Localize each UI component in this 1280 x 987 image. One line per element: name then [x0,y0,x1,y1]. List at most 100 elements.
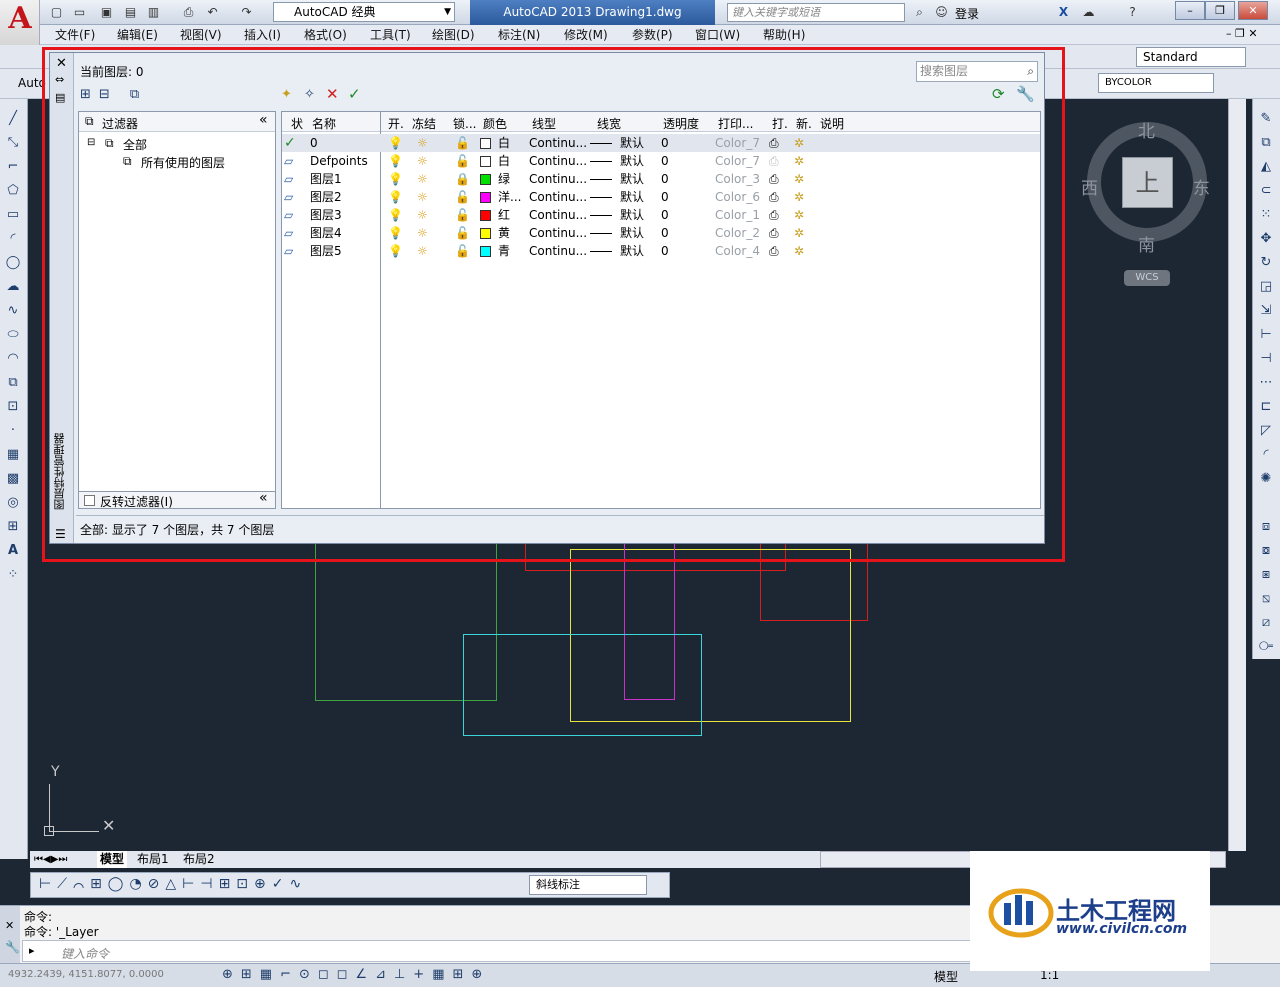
menu-help[interactable]: 帮助(H) [763,27,805,43]
scale-tool-icon[interactable]: ◲ [1256,277,1276,297]
text-style-value: Standard [1143,50,1198,64]
menu-view[interactable]: 视图(V) [180,27,222,43]
menu-tools[interactable]: 工具(T) [370,27,411,43]
erase-tool-icon[interactable]: ✎ [1256,109,1276,129]
model-space-toggle[interactable]: 模型 [934,968,958,985]
menu-dimension[interactable]: 标注(N) [498,27,540,43]
offset-tool-icon[interactable]: ⊂ [1256,181,1276,201]
binoculars-icon[interactable]: ⌕ [911,4,928,20]
user-icon[interactable]: ☺ [933,4,950,20]
tab-model[interactable]: 模型 [97,851,128,868]
command-input[interactable]: ▸ 键入命令 [22,940,982,962]
rectangle-tool-icon[interactable]: ▭ [3,205,23,225]
xline-tool-icon[interactable]: ⤡ [3,133,23,153]
exchange-icon[interactable]: X [1055,4,1072,20]
extend-tool-icon[interactable]: ⊣ [1256,349,1276,369]
point-tool-icon[interactable]: · [3,421,23,441]
ellipse-tool-icon[interactable]: ⬭ [3,325,23,345]
drafting-toggles-icon[interactable]: ⊕⊞▦⌐⊙◻◻∠⊿⊥+▦⊞⊕ [222,967,490,982]
revcloud-tool-icon[interactable]: ☁ [3,277,23,297]
wcs-menu[interactable]: WCS [1124,270,1170,286]
draworder-below-icon[interactable]: ⧅ [1256,589,1276,609]
menu-insert[interactable]: 插入(I) [244,27,281,43]
compass-south[interactable]: 南 [1138,231,1155,256]
chamfer-tool-icon[interactable]: ◸ [1256,421,1276,441]
menu-file[interactable]: 文件(F) [55,27,95,43]
watermark: 土木工程网 www.civilcn.com [970,851,1210,971]
viewcube-top-face[interactable]: 上 [1122,157,1173,208]
redo-icon[interactable]: ↷ [238,4,255,20]
wrench-icon[interactable]: 🔧 [5,940,20,954]
open-file-icon[interactable]: ▭ [71,4,88,20]
tab-layout2[interactable]: 布局2 [183,851,215,868]
application-menu-button[interactable]: A [0,0,40,45]
undo-icon[interactable]: ↶ [204,4,221,20]
add-selected-tool-icon[interactable]: ⁘ [3,565,23,585]
break-tool-icon[interactable]: ⋯ [1256,373,1276,393]
login-link[interactable]: 登录 [955,5,979,22]
save-icon[interactable]: ▣ [98,4,115,20]
vertical-scrollbar[interactable] [1228,99,1246,851]
region-tool-icon[interactable]: ◎ [3,493,23,513]
menu-edit[interactable]: 编辑(E) [117,27,158,43]
text-style-select[interactable]: Standard [1136,47,1246,67]
compass-west[interactable]: 西 [1081,174,1098,199]
draworder-above-icon[interactable]: ⧆ [1256,565,1276,585]
insert-block-tool-icon[interactable]: ⧉ [3,373,23,393]
spline-tool-icon[interactable]: ∿ [3,301,23,321]
text-front-icon[interactable]: ⧄ [1256,613,1276,633]
coordinates: 4932.2439, 4151.8077, 0.0000 [8,969,164,980]
maximize-button[interactable]: ❐ [1205,1,1235,20]
table-tool-icon[interactable]: ⊞ [3,517,23,537]
explode-tool-icon[interactable]: ✺ [1256,469,1276,489]
move-tool-icon[interactable]: ✥ [1256,229,1276,249]
mirror-tool-icon[interactable]: ◭ [1256,157,1276,177]
publish-icon[interactable]: ▥ [145,4,162,20]
mtext-tool-icon[interactable]: A [3,541,23,561]
dimstyle-select[interactable]: 斜线标注 [529,875,647,895]
hatch-tool-icon[interactable]: ▦ [3,445,23,465]
new-file-icon[interactable]: ▢ [48,4,65,20]
compass-north[interactable]: 北 [1138,117,1155,142]
workspace-select[interactable]: AutoCAD 经典 ▼ [273,2,455,22]
line-tool-icon[interactable]: ╱ [3,109,23,129]
circle-tool-icon[interactable]: ◯ [3,253,23,273]
tab-layout1[interactable]: 布局1 [137,851,169,868]
menu-modify[interactable]: 修改(M) [564,27,608,43]
a360-icon[interactable]: ☁ [1080,4,1097,20]
help-icon[interactable]: ? [1124,4,1141,20]
array-tool-icon[interactable]: ⁙ [1256,205,1276,225]
menu-draw[interactable]: 绘图(D) [432,27,475,43]
trim-tool-icon[interactable]: ⊢ [1256,325,1276,345]
ellipse-arc-tool-icon[interactable]: ◠ [3,349,23,369]
dimension-tools-icon[interactable]: ⊢⟋⌒⊞◯◔⊘△⊢⊣⊞⊡⊕✓∿ [39,876,307,892]
compass-east[interactable]: 东 [1193,174,1210,199]
menu-format[interactable]: 格式(O) [304,27,347,43]
rotate-tool-icon[interactable]: ↻ [1256,253,1276,273]
gradient-tool-icon[interactable]: ▩ [3,469,23,489]
hatch-back-icon[interactable]: ⧃ [1256,637,1276,657]
draworder-front-icon[interactable]: ⧈ [1256,517,1276,537]
tab-nav-icon[interactable]: ⏮◀▶⏭ [34,851,67,868]
join-tool-icon[interactable]: ⊏ [1256,397,1276,417]
fillet-tool-icon[interactable]: ◜ [1256,445,1276,465]
menu-parametric[interactable]: 参数(P) [632,27,673,43]
polygon-tool-icon[interactable]: ⬠ [3,181,23,201]
make-block-tool-icon[interactable]: ⊡ [3,397,23,417]
close-button[interactable]: ✕ [1238,1,1268,20]
save-as-icon[interactable]: ▤ [122,4,139,20]
polyline-tool-icon[interactable]: ⌐ [3,157,23,177]
copy-tool-icon[interactable]: ⧉ [1256,133,1276,153]
stretch-tool-icon[interactable]: ⇲ [1256,301,1276,321]
lineweight-select[interactable]: BYCOLOR [1098,73,1214,93]
minimize-button[interactable]: – [1175,1,1205,20]
cyan-rectangle [463,634,702,736]
close-icon[interactable]: ✕ [5,919,14,932]
help-search-input[interactable]: 键入关键字或短语 [727,3,905,22]
draworder-back-icon[interactable]: ⧇ [1256,541,1276,561]
arc-tool-icon[interactable]: ◜ [3,229,23,249]
doc-window-controls[interactable]: – ❐ ✕ [1226,27,1258,40]
menu-window[interactable]: 窗口(W) [695,27,740,43]
bycolor-value: BYCOLOR [1105,77,1152,88]
plot-icon[interactable]: ⎙ [180,4,197,20]
